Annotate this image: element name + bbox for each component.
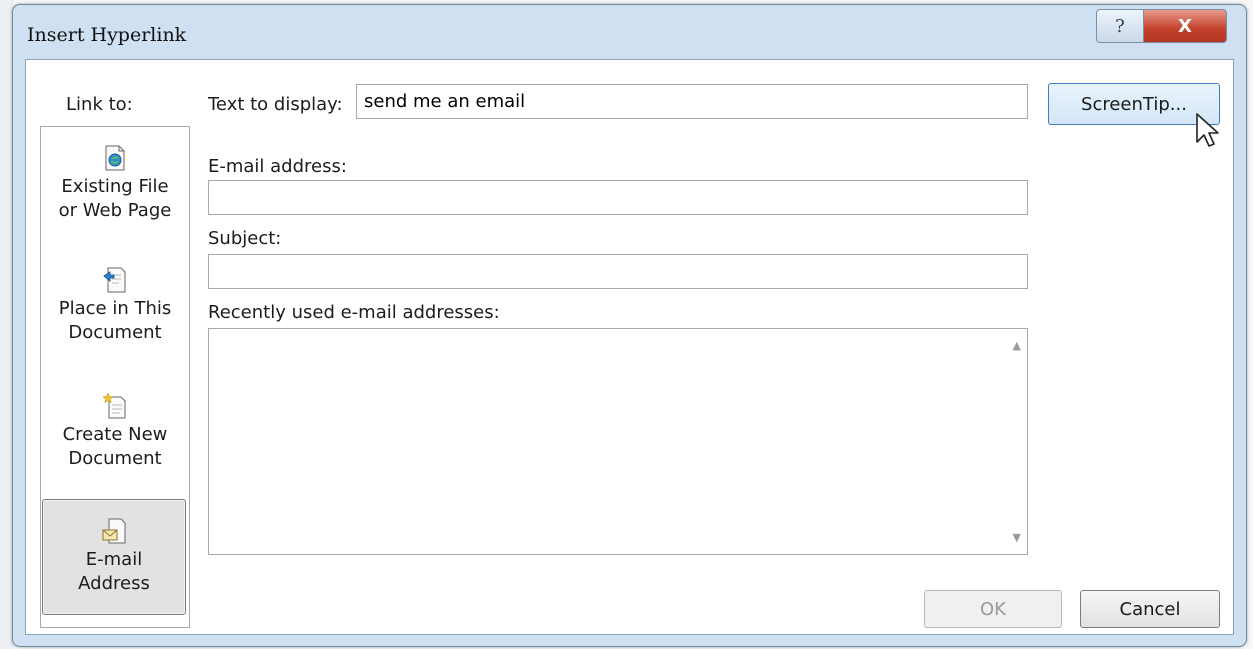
link-place-line2: Document xyxy=(68,322,162,343)
link-email-line1: E-mail xyxy=(85,549,143,570)
link-email-address[interactable]: E-mail Address xyxy=(42,499,186,615)
link-existing-file-line2: or Web Page xyxy=(58,200,172,221)
help-button[interactable]: ? xyxy=(1096,9,1144,43)
text-to-display-label: Text to display: xyxy=(208,94,343,115)
ok-button[interactable]: OK xyxy=(924,590,1062,628)
scroll-up-icon[interactable]: ▲ xyxy=(1013,339,1021,352)
link-create-line1: Create New xyxy=(62,424,168,445)
text-to-display-input[interactable] xyxy=(356,84,1028,119)
recent-addresses-label: Recently used e-mail addresses: xyxy=(208,302,500,323)
link-create-line2: Document xyxy=(68,448,162,469)
email-address-input[interactable] xyxy=(208,180,1028,215)
email-address-label: E-mail address: xyxy=(208,156,347,177)
mouse-pointer-icon xyxy=(1196,113,1219,147)
new-document-icon xyxy=(103,393,126,419)
help-icon: ? xyxy=(1115,15,1125,37)
link-create-new-document[interactable]: Create New Document xyxy=(43,393,187,471)
link-to-panel: Existing File or Web Page Place in This … xyxy=(40,126,190,628)
recent-addresses-list[interactable]: ▲ ▼ xyxy=(208,328,1028,555)
link-existing-file-text1: Existing File xyxy=(61,176,169,197)
email-address-icon xyxy=(102,518,126,544)
link-existing-file[interactable]: Existing File or Web Page xyxy=(43,145,187,223)
web-page-icon xyxy=(105,145,125,171)
subject-input[interactable] xyxy=(208,254,1028,289)
close-button[interactable]: X xyxy=(1143,9,1227,43)
dialog-body: Link to: Existing File or Web Page Place… xyxy=(25,59,1234,635)
link-place-line1: Place in This xyxy=(58,298,172,319)
link-to-label: Link to: xyxy=(66,94,133,115)
bookmark-document-icon xyxy=(103,267,126,293)
dialog-title: Insert Hyperlink xyxy=(27,24,187,46)
scroll-down-icon[interactable]: ▼ xyxy=(1013,531,1021,544)
cancel-button[interactable]: Cancel xyxy=(1080,590,1220,628)
link-place-in-document[interactable]: Place in This Document xyxy=(43,267,187,345)
subject-label: Subject: xyxy=(208,228,282,249)
link-existing-file-line1: Existing File xyxy=(43,175,187,199)
link-email-line2: Address xyxy=(78,573,150,594)
close-icon: X xyxy=(1178,15,1192,37)
insert-hyperlink-dialog: Insert Hyperlink ? X Link to: Existing F… xyxy=(12,4,1247,647)
